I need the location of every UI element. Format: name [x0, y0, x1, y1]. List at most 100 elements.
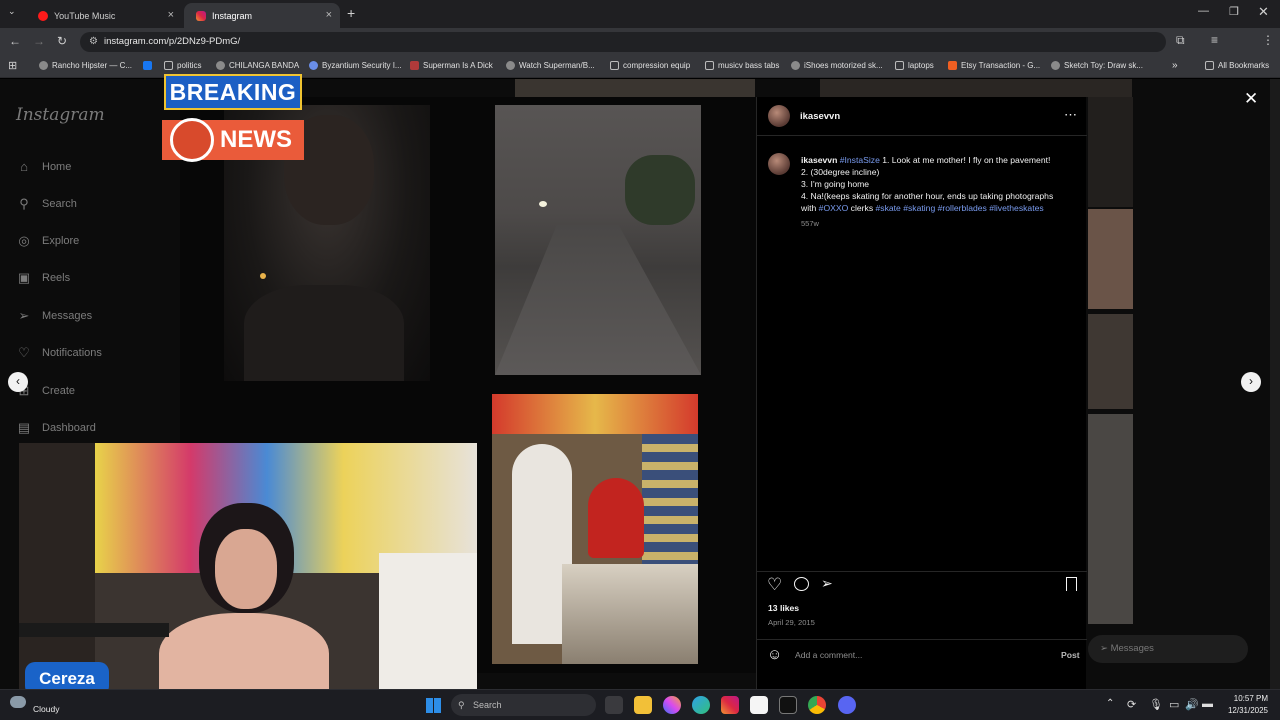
- bookmark-item[interactable]: CHILANGA BANDA: [216, 61, 299, 70]
- bookmark-item[interactable]: Byzantium Security I...: [309, 61, 402, 70]
- instagram-logo[interactable]: Instagram: [16, 105, 105, 125]
- browser-tab-bar: ⌄ YouTube Music × Instagram × + — ❐ ✕: [0, 0, 1280, 28]
- close-tab-icon[interactable]: ×: [326, 9, 332, 21]
- close-tab-icon[interactable]: ×: [168, 9, 174, 21]
- bookmark-folder[interactable]: compression equip: [610, 61, 690, 70]
- comment-input[interactable]: Add a comment...: [795, 650, 862, 660]
- amazon-icon[interactable]: [750, 696, 768, 714]
- media-control-icon[interactable]: ≡: [1211, 33, 1218, 47]
- streetlight-glow: [260, 273, 266, 279]
- bookmark-item[interactable]: Superman Is A Dick: [410, 61, 493, 70]
- volume-icon[interactable]: 🔊: [1185, 698, 1199, 711]
- sidebar-item-explore[interactable]: ◎ Explore: [16, 233, 79, 249]
- sidebar-item-home[interactable]: ⌂ Home: [16, 159, 71, 175]
- back-icon[interactable]: ←: [9, 34, 21, 48]
- more-bookmarks-icon[interactable]: »: [1172, 60, 1178, 71]
- sidebar-item-notifications[interactable]: ♡ Notifications: [16, 345, 102, 361]
- divider: [757, 571, 1087, 572]
- instagram-app-icon[interactable]: [721, 696, 739, 714]
- tab-search-icon[interactable]: ⌄: [8, 6, 16, 17]
- reload-icon[interactable]: ↻: [57, 34, 67, 48]
- sidebar-item-dashboard[interactable]: ▤ Dashboard: [16, 420, 96, 436]
- x-app-icon[interactable]: [779, 696, 797, 714]
- new-tab-icon[interactable]: +: [347, 5, 355, 21]
- sidebar-item-search[interactable]: ⚲ Search: [16, 196, 77, 212]
- post-comment-button[interactable]: Post: [1061, 650, 1080, 660]
- bookmark-item[interactable]: Sketch Toy: Draw sk...: [1051, 61, 1143, 70]
- save-bookmark-icon[interactable]: [1066, 577, 1077, 591]
- next-post-icon[interactable]: ›: [1241, 372, 1261, 392]
- compass-icon: ◎: [18, 233, 30, 248]
- bookmark-folder[interactable]: musicv bass tabs: [705, 61, 779, 70]
- post-caption: ikasevvn #InstaSize 1. Look at me mother…: [801, 154, 1086, 230]
- avatar[interactable]: [768, 105, 790, 127]
- tab-youtube-music[interactable]: YouTube Music ×: [26, 3, 182, 28]
- show-hidden-icons[interactable]: ⌃: [1106, 698, 1114, 709]
- divider: [757, 639, 1087, 640]
- globe-icon: [216, 61, 225, 70]
- microphone-arm: [19, 623, 169, 637]
- comment-icon[interactable]: [794, 577, 809, 591]
- close-modal-icon[interactable]: ✕: [1244, 89, 1258, 109]
- weather-label[interactable]: Cloudy: [33, 704, 59, 714]
- counter-shape: [562, 564, 698, 664]
- messages-pill[interactable]: ➢ Messages: [1088, 635, 1248, 663]
- emoji-icon[interactable]: ☺: [767, 646, 782, 663]
- battery-icon[interactable]: ▬: [1202, 698, 1213, 710]
- apps-grid-icon[interactable]: ⊞: [8, 59, 17, 72]
- hashtag-links[interactable]: #skate #skating #rollerblades #livethesk…: [876, 203, 1044, 213]
- restore-icon[interactable]: ❐: [1229, 5, 1239, 18]
- system-clock[interactable]: 10:57 PM 12/31/2025: [1226, 693, 1268, 717]
- window-close-icon[interactable]: ✕: [1258, 4, 1269, 20]
- network-icon[interactable]: ▭: [1169, 698, 1179, 711]
- caption-avatar[interactable]: [768, 153, 790, 175]
- likes-count[interactable]: 13 likes: [768, 603, 799, 613]
- like-heart-icon[interactable]: ♡: [767, 575, 782, 595]
- more-options-icon[interactable]: ⋯: [1064, 107, 1077, 123]
- forward-icon[interactable]: →: [33, 34, 45, 48]
- site-info-icon[interactable]: ⚙: [89, 32, 98, 52]
- bookmark-item[interactable]: Rancho Hipster — C...: [39, 61, 132, 70]
- bookmark-folder[interactable]: politics: [164, 61, 201, 70]
- menu-icon[interactable]: ⋮: [1262, 33, 1274, 47]
- weather-icon[interactable]: [10, 696, 26, 708]
- hashtag-link[interactable]: #OXXO: [819, 203, 849, 213]
- wall-panel: [379, 553, 477, 700]
- bookmark-item[interactable]: Etsy Transaction - G...: [948, 61, 1040, 70]
- instagram-icon: [196, 10, 206, 21]
- etsy-icon: [948, 61, 957, 70]
- bookmark-item[interactable]: Watch Superman/B...: [506, 61, 595, 70]
- sidebar-item-messages[interactable]: ➢ Messages: [16, 308, 93, 324]
- folder-icon: [610, 61, 619, 70]
- shoulder-shape: [244, 285, 404, 381]
- tab-instagram[interactable]: Instagram ×: [184, 3, 340, 28]
- discord-icon[interactable]: [838, 696, 856, 714]
- previous-post-icon[interactable]: ‹: [8, 372, 28, 392]
- minimize-icon[interactable]: —: [1198, 5, 1209, 17]
- bookmark-item[interactable]: iShoes motorized sk...: [791, 61, 883, 70]
- bookmark-folder[interactable]: laptops: [895, 61, 934, 70]
- clock-date: 12/31/2025: [1227, 706, 1268, 715]
- all-bookmarks-folder[interactable]: All Bookmarks: [1205, 61, 1269, 70]
- share-icon[interactable]: ➢: [821, 575, 833, 592]
- send-icon: ➢: [1100, 643, 1111, 654]
- task-view-icon[interactable]: [605, 696, 623, 714]
- address-bar[interactable]: ⚙ instagram.com/p/2DNz9-PDmG/: [80, 32, 1166, 52]
- feed-tile: [1088, 414, 1133, 624]
- hashtag-link[interactable]: #InstaSize: [840, 155, 880, 165]
- reels-icon: ▣: [17, 270, 31, 285]
- chrome-icon[interactable]: [808, 696, 826, 714]
- taskbar-search[interactable]: ⚲ Search: [451, 694, 596, 716]
- caption-username[interactable]: ikasevvn: [801, 155, 837, 165]
- windows-start-icon[interactable]: [426, 698, 441, 713]
- sidebar-item-reels[interactable]: ▣ Reels: [16, 270, 70, 286]
- file-explorer-icon[interactable]: [634, 696, 652, 714]
- bookmark-item[interactable]: [143, 61, 156, 70]
- edge-icon[interactable]: [692, 696, 710, 714]
- microphone-icon[interactable]: 🎙: [1149, 698, 1163, 711]
- copilot-icon[interactable]: [663, 696, 681, 714]
- sync-icon[interactable]: ⟳: [1127, 698, 1136, 711]
- post-username[interactable]: ikasevvn: [800, 111, 840, 122]
- extensions-icon[interactable]: ⧉: [1176, 33, 1185, 48]
- page-scrollbar[interactable]: [1270, 79, 1280, 689]
